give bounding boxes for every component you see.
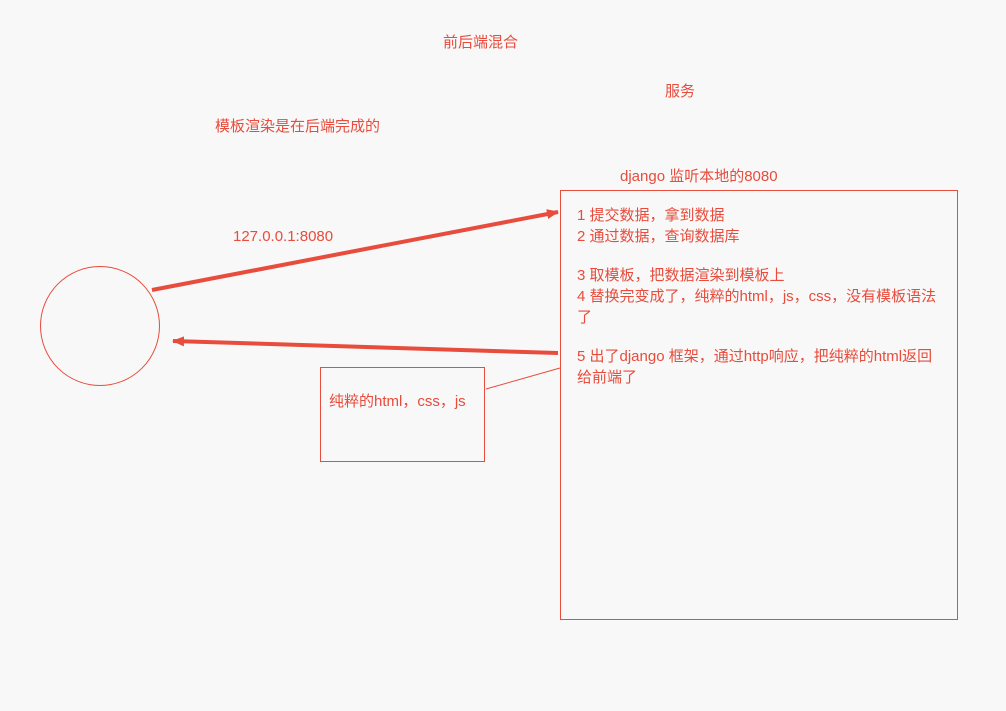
server-box: 1 提交数据，拿到数据 2 通过数据，查询数据库 3 取模板，把数据渲染到模板上… bbox=[560, 190, 958, 620]
request-arrow bbox=[152, 212, 558, 290]
step-1: 1 提交数据，拿到数据 bbox=[577, 205, 941, 226]
step-2: 2 通过数据，查询数据库 bbox=[577, 226, 941, 247]
server-to-pure-line bbox=[486, 368, 560, 389]
step-3: 3 取模板，把数据渲染到模板上 bbox=[577, 265, 941, 286]
client-address-label: 127.0.0.1:8080 bbox=[233, 227, 333, 247]
pure-output-label: 纯粹的html，css，js bbox=[329, 390, 474, 411]
client-circle bbox=[40, 266, 160, 386]
step-4: 4 替换完变成了，纯粹的html，js，css，没有模板语法了 bbox=[577, 286, 941, 328]
django-listen-label: django 监听本地的8080 bbox=[620, 167, 778, 187]
service-label: 服务 bbox=[665, 82, 695, 102]
step-5: 5 出了django 框架，通过http响应，把纯粹的html返回给前端了 bbox=[577, 346, 941, 388]
response-arrow bbox=[173, 341, 558, 353]
template-render-note: 模板渲染是在后端完成的 bbox=[215, 117, 380, 137]
diagram-canvas: 前后端混合 服务 模板渲染是在后端完成的 127.0.0.1:8080 djan… bbox=[0, 0, 1006, 711]
pure-output-box: 纯粹的html，css，js bbox=[320, 367, 485, 462]
diagram-title: 前后端混合 bbox=[443, 33, 518, 53]
